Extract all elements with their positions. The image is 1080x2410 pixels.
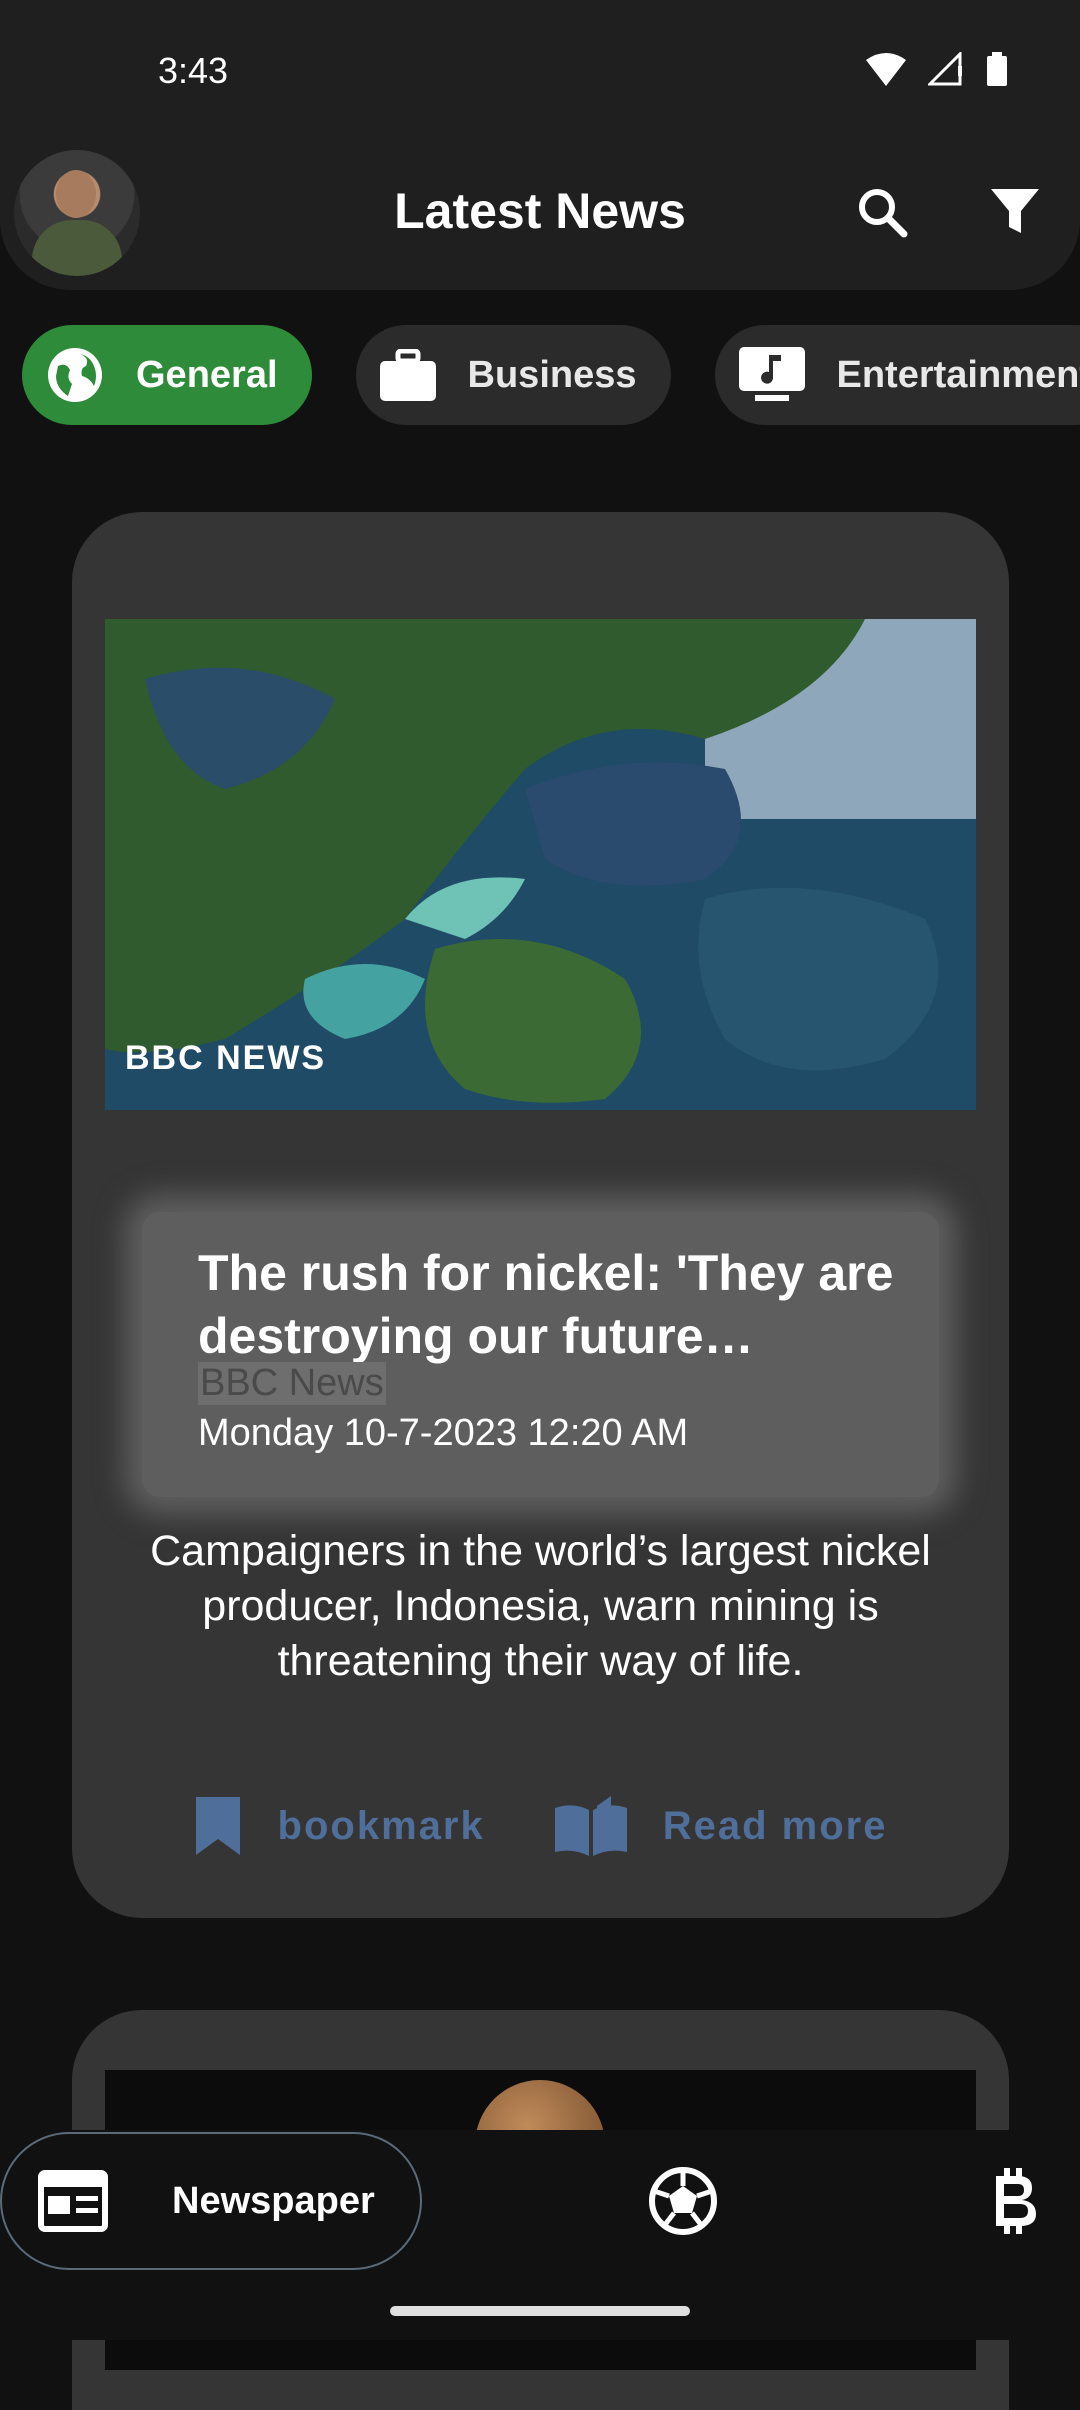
aerial-islands-illustration — [105, 619, 976, 1110]
bookmark-label: bookmark — [278, 1804, 485, 1849]
wifi-icon — [866, 52, 906, 86]
article-source: BBC News — [198, 1362, 386, 1405]
music-monitor-icon — [739, 347, 805, 403]
article-meta: The rush for nickel: 'They are destroyin… — [142, 1212, 939, 1497]
nav-item-newspaper[interactable]: Newspaper — [0, 2132, 422, 2270]
bitcoin-icon — [988, 2166, 1038, 2236]
page-title: Latest News — [0, 182, 1080, 240]
bbc-news-watermark: BBC NEWS — [125, 1039, 326, 1078]
globe-icon — [46, 346, 104, 404]
battery-icon — [986, 52, 1008, 86]
nav-newspaper-label: Newspaper — [172, 2180, 375, 2223]
home-indicator[interactable] — [390, 2306, 690, 2316]
filter-button[interactable] — [983, 180, 1047, 244]
search-button[interactable] — [850, 180, 914, 244]
article-image: BBC NEWS — [105, 619, 976, 1110]
article-date: Monday 10-7-2023 12:20 AM — [198, 1412, 688, 1455]
cell-signal-icon — [928, 52, 964, 86]
article-title[interactable]: The rush for nickel: 'They are destroyin… — [198, 1242, 898, 1368]
chip-entertainment[interactable]: Entertainment — [715, 325, 1080, 425]
nav-item-sports[interactable] — [648, 2166, 718, 2241]
briefcase-icon — [380, 349, 436, 401]
chip-general-label: General — [136, 354, 278, 397]
read-more-label: Read more — [663, 1804, 888, 1849]
chip-business[interactable]: Business — [356, 325, 671, 425]
newspaper-icon — [38, 2170, 108, 2232]
status-icons — [866, 52, 1008, 86]
status-time: 3:43 — [158, 50, 228, 92]
article-description: Campaigners in the world’s largest nicke… — [142, 1524, 939, 1689]
filter-icon — [991, 187, 1039, 237]
bookmark-icon — [194, 1797, 242, 1855]
chip-entertainment-label: Entertainment — [837, 354, 1080, 397]
bookmark-button[interactable]: bookmark — [194, 1796, 485, 1856]
card-actions: bookmark Read more — [72, 1796, 1009, 1856]
soccer-ball-icon — [648, 2166, 718, 2236]
chip-general[interactable]: General — [22, 325, 312, 425]
news-card[interactable]: BBC NEWS The rush for nickel: 'They are … — [72, 512, 1009, 1918]
read-more-button[interactable]: Read more — [555, 1796, 888, 1856]
nav-item-crypto[interactable] — [988, 2166, 1038, 2241]
top-app-bar: 3:43 Latest News — [0, 0, 1080, 290]
search-icon — [856, 186, 908, 238]
open-book-icon — [555, 1796, 627, 1856]
chip-business-label: Business — [468, 354, 637, 397]
category-chips: General Business Entertainment — [22, 325, 1080, 425]
